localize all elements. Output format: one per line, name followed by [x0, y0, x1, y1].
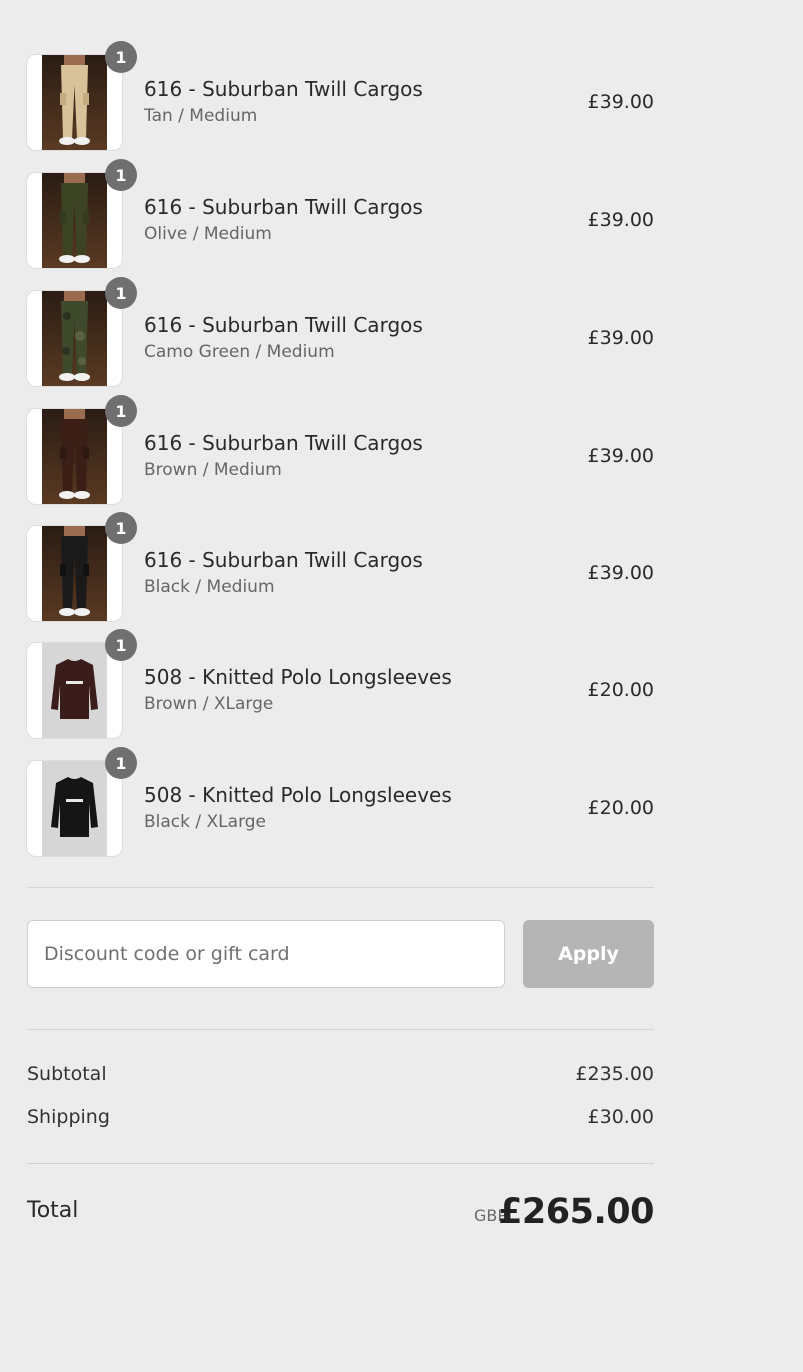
product-price: £39.00 — [587, 91, 654, 113]
quantity-badge: 1 — [105, 277, 137, 309]
product-price: £39.00 — [587, 445, 654, 467]
quantity-badge: 1 — [105, 512, 137, 544]
product-thumbnail — [27, 55, 122, 150]
product-variant: Camo Green / Medium — [144, 342, 335, 362]
product-name: 616 - Suburban Twill Cargos — [144, 313, 423, 337]
apply-discount-button[interactable]: Apply — [523, 920, 654, 988]
total-label: Total — [27, 1198, 79, 1223]
longsleeve-image — [42, 643, 107, 738]
divider — [27, 1163, 654, 1164]
shipping-value: £30.00 — [587, 1106, 654, 1128]
product-name: 616 - Suburban Twill Cargos — [144, 77, 423, 101]
product-price: £39.00 — [587, 562, 654, 584]
product-variant: Tan / Medium — [144, 106, 258, 126]
quantity-badge: 1 — [105, 629, 137, 661]
line-item: 1 508 - Knitted Polo Longsleeves Black /… — [27, 747, 654, 858]
product-name: 616 - Suburban Twill Cargos — [144, 195, 423, 219]
product-thumbnail — [27, 761, 122, 856]
product-name: 616 - Suburban Twill Cargos — [144, 431, 423, 455]
total-value: £265.00 — [498, 1192, 654, 1232]
product-price: £39.00 — [587, 209, 654, 231]
quantity-badge: 1 — [105, 159, 137, 191]
line-item: 1 616 - Suburban Twill Cargos Camo Green… — [27, 277, 654, 388]
quantity-badge: 1 — [105, 395, 137, 427]
discount-code-input[interactable] — [27, 920, 505, 988]
quantity-badge: 1 — [105, 747, 137, 779]
cargo-pants-image — [42, 173, 107, 268]
product-thumbnail — [27, 643, 122, 738]
product-variant: Black / XLarge — [144, 812, 267, 832]
product-thumbnail — [27, 173, 122, 268]
line-item: 1 616 - Suburban Twill Cargos Olive / Me… — [27, 159, 654, 270]
longsleeve-image — [42, 761, 107, 856]
line-item: 1 616 - Suburban Twill Cargos Tan / Medi… — [27, 41, 654, 152]
product-variant: Olive / Medium — [144, 224, 272, 244]
subtotal-label: Subtotal — [27, 1063, 107, 1085]
line-item: 1 616 - Suburban Twill Cargos Brown / Me… — [27, 395, 654, 506]
product-variant: Black / Medium — [144, 577, 275, 597]
cargo-pants-image — [42, 55, 107, 150]
cargo-pants-image — [42, 291, 107, 386]
product-variant: Brown / XLarge — [144, 694, 274, 714]
line-item: 1 616 - Suburban Twill Cargos Black / Me… — [27, 512, 654, 623]
product-name: 508 - Knitted Polo Longsleeves — [144, 783, 452, 807]
divider — [27, 887, 654, 888]
product-price: £39.00 — [587, 327, 654, 349]
line-item: 1 508 - Knitted Polo Longsleeves Brown /… — [27, 629, 654, 740]
shipping-label: Shipping — [27, 1106, 110, 1128]
product-thumbnail — [27, 291, 122, 386]
cargo-pants-image — [42, 409, 107, 504]
cargo-pants-image — [42, 526, 107, 621]
product-price: £20.00 — [587, 797, 654, 819]
divider — [27, 1029, 654, 1030]
product-variant: Brown / Medium — [144, 460, 282, 480]
product-name: 508 - Knitted Polo Longsleeves — [144, 665, 452, 689]
product-price: £20.00 — [587, 679, 654, 701]
quantity-badge: 1 — [105, 41, 137, 73]
product-name: 616 - Suburban Twill Cargos — [144, 548, 423, 572]
subtotal-value: £235.00 — [575, 1063, 654, 1085]
product-thumbnail — [27, 409, 122, 504]
product-thumbnail — [27, 526, 122, 621]
